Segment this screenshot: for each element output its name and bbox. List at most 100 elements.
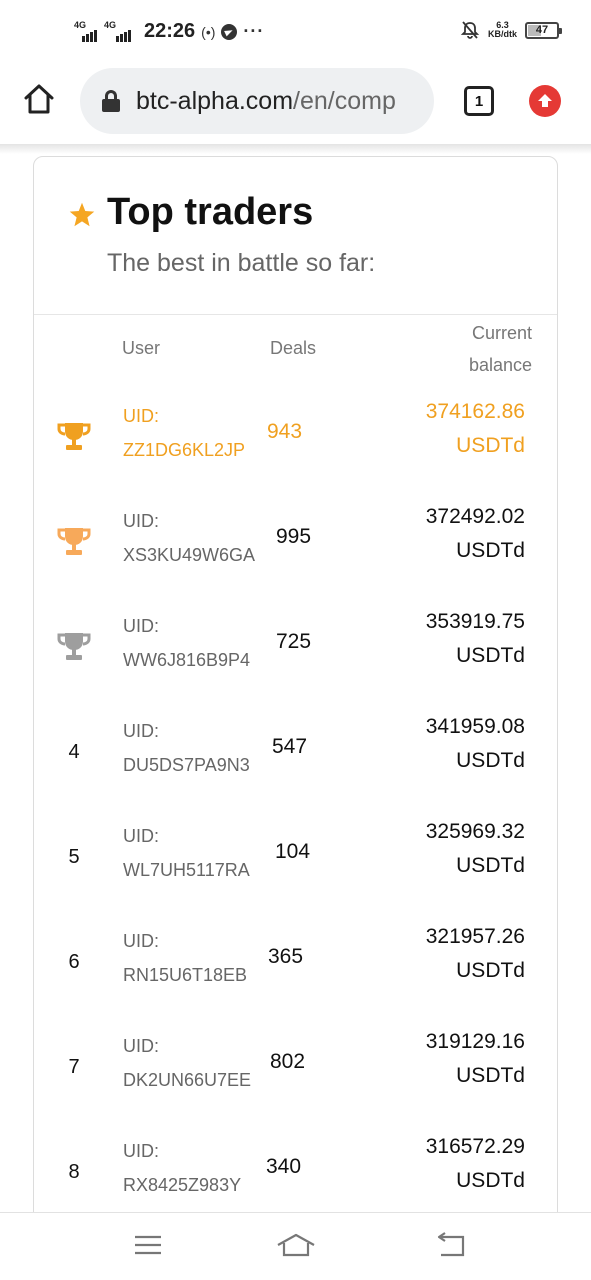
bell-off-icon <box>460 21 480 39</box>
balance-unit: USDTd <box>456 1169 525 1192</box>
deals-count: 365 <box>268 945 304 968</box>
current-balance: 372492.02 USDTd <box>426 500 525 568</box>
current-balance: 325969.32 USDTd <box>426 815 525 883</box>
uid-label: UID: <box>123 616 159 636</box>
uid-label: UID: <box>123 1141 159 1161</box>
deals-count: 104 <box>275 840 311 863</box>
rank-number: 5 <box>68 845 80 868</box>
top-traders-card: Top traders The best in battle so far: U… <box>33 156 558 1236</box>
rank-number: 4 <box>68 740 80 763</box>
trophy-silver-icon <box>54 627 94 667</box>
signal-icon: 4G <box>74 20 98 42</box>
balance-value: 341959.08 <box>425 715 525 738</box>
uid-value: DK2UN66U7EE <box>123 1070 252 1090</box>
trophy-bronze-icon <box>54 522 94 562</box>
trader-row[interactable]: UID: ZZ1DG6KL2JP 943 374162.86 USDTd <box>34 387 557 492</box>
deals-count: 725 <box>276 630 312 653</box>
uid-label: UID: <box>123 931 159 951</box>
current-balance: 374162.86 USDTd <box>426 395 525 463</box>
rank-number: 7 <box>68 1055 80 1078</box>
card-header: Top traders The best in battle so far: <box>34 157 557 315</box>
balance-unit: USDTd <box>456 854 525 877</box>
uid-label: UID: <box>123 721 159 741</box>
url-text[interactable]: btc-alpha.com/en/comp <box>136 87 396 116</box>
telegram-icon <box>221 23 238 40</box>
trader-uid: UID: ZZ1DG6KL2JP <box>123 399 245 467</box>
balance-unit: USDTd <box>456 644 525 667</box>
update-button[interactable] <box>529 85 561 117</box>
balance-value: 372492.02 <box>425 505 525 528</box>
trader-uid: UID: XS3KU49W6GA <box>123 504 255 572</box>
column-header-user: User <box>122 338 161 358</box>
uid-value: WW6J816B9P4 <box>123 650 251 670</box>
column-header-deals: Deals <box>270 338 317 358</box>
toolbar-shadow <box>0 144 591 154</box>
trader-uid: UID: RN15U6T18EB <box>123 924 247 992</box>
signal-icon-2: 4G <box>104 20 132 42</box>
trophy-gold-icon <box>54 417 94 457</box>
tab-switcher-button[interactable]: 1 <box>464 86 494 116</box>
uid-value: DU5DS7PA9N3 <box>123 755 250 775</box>
current-balance: 321957.26 USDTd <box>426 920 525 988</box>
balance-unit: USDTd <box>456 959 525 982</box>
nav-home-icon[interactable] <box>276 1231 316 1259</box>
menu-icon[interactable] <box>131 1231 165 1259</box>
balance-value: 374162.86 <box>425 400 525 423</box>
back-icon[interactable] <box>433 1231 467 1259</box>
deals-count: 995 <box>276 525 312 548</box>
uid-value: WL7UH5117RA <box>123 860 250 880</box>
balance-value: 353919.75 <box>425 610 525 633</box>
current-balance: 316572.29 USDTd <box>426 1130 525 1198</box>
network-speed: 6.3 KB/dtk <box>488 20 517 39</box>
balance-unit: USDTd <box>456 539 525 562</box>
address-bar[interactable]: btc-alpha.com/en/comp <box>80 68 434 134</box>
update-arrow-icon <box>538 94 552 107</box>
balance-value: 325969.32 <box>425 820 525 843</box>
trader-uid: UID: WL7UH5117RA <box>123 819 250 887</box>
uid-label: UID: <box>123 511 159 531</box>
uid-value: RN15U6T18EB <box>123 965 248 985</box>
uid-label: UID: <box>123 406 159 426</box>
home-icon[interactable] <box>22 82 56 116</box>
star-icon <box>69 202 95 227</box>
deals-count: 340 <box>266 1155 302 1178</box>
uid-value: ZZ1DG6KL2JP <box>123 440 246 460</box>
balance-unit: USDTd <box>456 1064 525 1087</box>
trader-row[interactable]: 6 UID: RN15U6T18EB 365 321957.26 USDTd <box>34 912 557 1017</box>
column-header-balance: Current balance <box>468 323 532 375</box>
uid-label: UID: <box>123 826 159 846</box>
page-title: Top traders <box>107 191 314 233</box>
uid-value: RX8425Z983Y <box>123 1175 242 1195</box>
status-bar: 4G 4G 22:26 (•) ··· 6.3 KB/dtk 47 <box>0 0 591 62</box>
current-balance: 341959.08 USDTd <box>426 710 525 778</box>
current-balance: 319129.16 USDTd <box>426 1025 525 1093</box>
current-balance: 353919.75 USDTd <box>426 605 525 673</box>
balance-value: 321957.26 <box>425 925 525 948</box>
hotspot-icon: (•) <box>201 23 216 40</box>
trader-uid: UID: WW6J816B9P4 <box>123 609 250 677</box>
deals-count: 943 <box>267 420 303 443</box>
trader-row[interactable]: UID: XS3KU49W6GA 995 372492.02 USDTd <box>34 492 557 597</box>
lock-icon <box>102 90 120 112</box>
rank-number: 8 <box>68 1160 80 1183</box>
uid-value: XS3KU49W6GA <box>123 545 256 565</box>
browser-toolbar: btc-alpha.com/en/comp 1 <box>0 62 591 146</box>
trader-uid: UID: DU5DS7PA9N3 <box>123 714 250 782</box>
uid-label: UID: <box>123 1036 159 1056</box>
trader-uid: UID: RX8425Z983Y <box>123 1134 241 1202</box>
page-subtitle: The best in battle so far: <box>107 249 376 277</box>
deals-count: 802 <box>270 1050 306 1073</box>
more-notifications-icon: ··· <box>243 21 265 41</box>
balance-unit: USDTd <box>456 749 525 772</box>
trader-row[interactable]: 7 UID: DK2UN66U7EE 802 319129.16 USDTd <box>34 1017 557 1122</box>
balance-unit: USDTd <box>456 434 525 457</box>
deals-count: 547 <box>272 735 308 758</box>
trader-row[interactable]: UID: WW6J816B9P4 725 353919.75 USDTd <box>34 597 557 702</box>
trader-row[interactable]: 5 UID: WL7UH5117RA 104 325969.32 USDTd <box>34 807 557 912</box>
rank-number: 6 <box>68 950 80 973</box>
system-nav-bar <box>0 1212 591 1280</box>
trader-row[interactable]: 4 UID: DU5DS7PA9N3 547 341959.08 USDTd <box>34 702 557 807</box>
trader-uid: UID: DK2UN66U7EE <box>123 1029 251 1097</box>
balance-value: 316572.29 <box>425 1135 525 1158</box>
battery-icon: 47 <box>525 21 562 39</box>
